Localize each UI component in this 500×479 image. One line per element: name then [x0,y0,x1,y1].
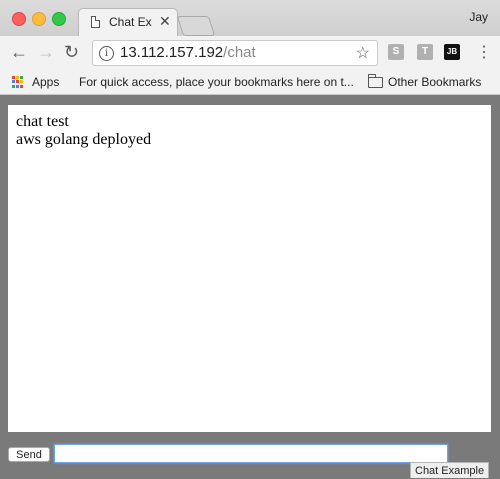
folder-icon [368,74,383,88]
message-input[interactable] [54,444,448,463]
url-host: 13.112.157.192 [120,44,224,61]
extension-jb-icon[interactable]: JB [444,44,460,60]
minimize-window-button[interactable] [32,12,46,26]
status-bubble: Chat Example [410,462,490,478]
apps-grid-dot [12,80,15,84]
url-text[interactable]: 13.112.157.192/chat [120,44,256,61]
reload-icon[interactable]: ↻ [64,42,79,63]
apps-grid-dot [12,84,15,88]
back-arrow-icon[interactable]: ← [10,42,28,63]
bookmarks-hint-link[interactable]: For quick access, place your bookmarks h… [79,75,354,89]
close-tab-icon[interactable]: ✕ [159,13,171,30]
apps-grid-dot [16,84,19,88]
chat-log: chat test aws golang deployed [8,105,491,432]
other-bookmarks[interactable]: Other Bookmarks [388,75,481,89]
apps-grid-dot [16,80,19,84]
tab-title: Chat Ex [109,15,152,29]
message-item: aws golang deployed [16,131,152,148]
window-titlebar: Chat Ex ✕ Jay [0,0,500,36]
url-path: /chat [223,44,256,61]
close-window-button[interactable] [12,12,26,26]
bookmark-apps[interactable]: Apps [32,75,59,89]
zoom-window-button[interactable] [52,12,66,26]
send-button[interactable]: Send [8,447,50,462]
profile-name[interactable]: Jay [469,10,488,24]
browser-menu-icon[interactable]: ⋮ [476,42,492,62]
extension-t-icon[interactable]: T [417,44,433,60]
message-item: chat test [16,113,69,130]
bookmarks-bar: Apps For quick access, place your bookma… [0,70,500,95]
apps-grid-dot [12,76,15,79]
apps-grid-dot [20,84,23,88]
apps-grid-dot [16,76,19,79]
message-list: chat test aws golang deployed [8,105,491,157]
apps-grid-icon[interactable] [12,76,24,88]
document-icon [91,16,100,28]
apps-grid-dot [20,80,23,84]
apps-grid-dot [20,76,23,79]
new-tab-button[interactable] [176,16,216,36]
extension-s-icon[interactable]: S [388,44,404,60]
address-bar[interactable]: i 13.112.157.192/chat ☆ [92,40,378,66]
bookmark-star-icon[interactable]: ☆ [356,43,370,63]
info-icon[interactable]: i [99,46,114,61]
browser-toolbar: ← → ↻ i 13.112.157.192/chat ☆ S T JB ⋮ [0,36,500,70]
forward-arrow-icon[interactable]: → [37,42,55,63]
tab-chat-example[interactable]: Chat Ex ✕ [78,8,178,36]
